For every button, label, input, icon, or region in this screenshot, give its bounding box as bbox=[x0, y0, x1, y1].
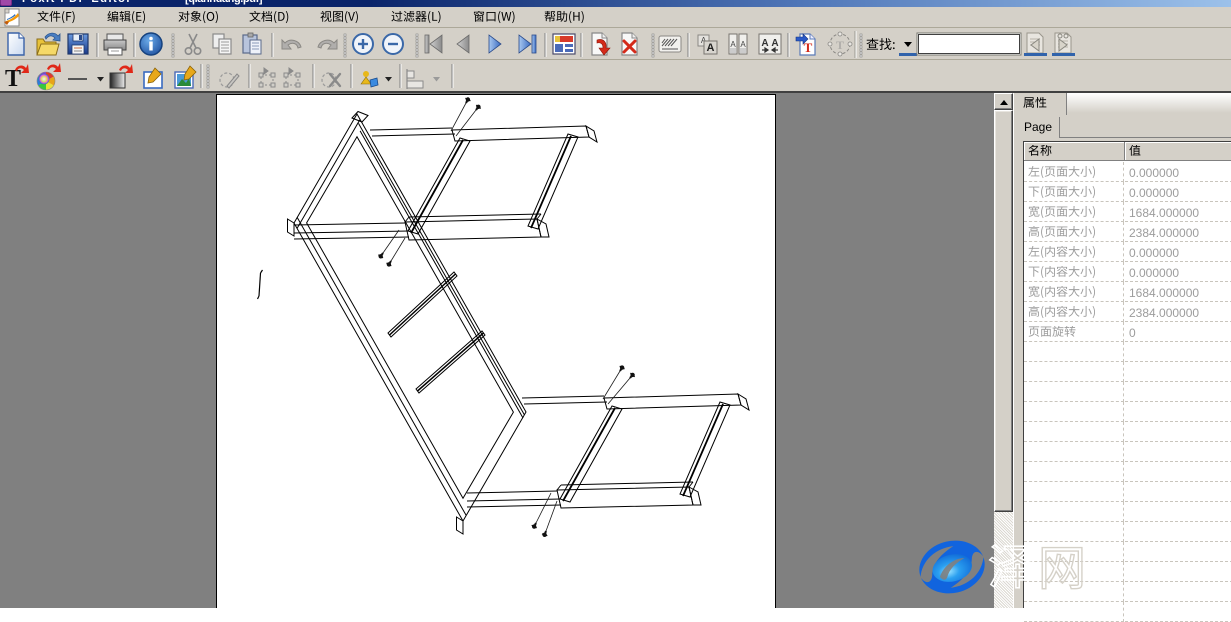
svg-text:A: A bbox=[740, 40, 746, 49]
svg-text:A: A bbox=[730, 40, 736, 49]
svg-text:T: T bbox=[836, 38, 844, 52]
svg-text:A: A bbox=[707, 42, 715, 54]
svg-text:T: T bbox=[5, 66, 21, 91]
